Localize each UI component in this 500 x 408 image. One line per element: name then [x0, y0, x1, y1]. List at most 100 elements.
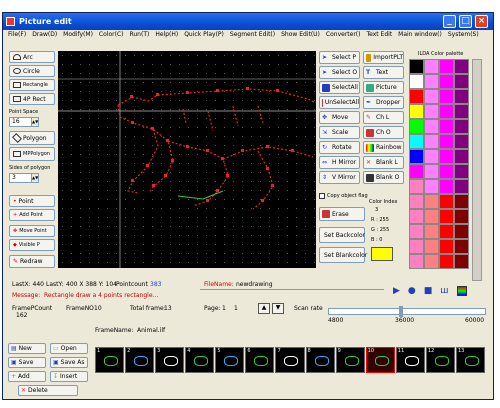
palette-swatch[interactable] — [409, 119, 424, 134]
palette-swatch[interactable] — [409, 134, 424, 149]
menu-draw[interactable]: Draw(D) — [32, 30, 57, 40]
menu-file[interactable]: File(F) — [8, 30, 26, 40]
frame-thumbnail[interactable]: 12 — [425, 347, 455, 373]
palette-swatch[interactable] — [439, 179, 454, 194]
palette-swatch[interactable] — [424, 119, 439, 134]
rotate-button[interactable]: ↻ Rotate — [319, 141, 360, 154]
palette-swatch[interactable] — [439, 59, 454, 74]
drawing-canvas[interactable] — [58, 51, 316, 268]
palette-swatch[interactable] — [439, 224, 454, 239]
palette-swatch[interactable] — [424, 224, 439, 239]
palette-swatch[interactable] — [439, 74, 454, 89]
menu-system[interactable]: System(S) — [448, 30, 479, 40]
palette-swatch[interactable] — [409, 104, 424, 119]
palette-swatch[interactable] — [424, 239, 439, 254]
maximize-button[interactable]: □ — [459, 15, 472, 28]
close-button[interactable]: × — [475, 15, 488, 28]
palette-swatch[interactable] — [439, 89, 454, 104]
palette-swatch[interactable] — [409, 149, 424, 164]
move-point-button[interactable]: ✥ Move Point — [9, 225, 55, 237]
scan-rate-slider[interactable] — [328, 306, 486, 317]
import-plt-button[interactable]: ImportPLT — [363, 51, 404, 64]
palette-swatch[interactable] — [439, 119, 454, 134]
palette-swatch[interactable] — [424, 149, 439, 164]
rectangle-button[interactable]: Rectangle — [9, 79, 55, 91]
palette-swatch[interactable] — [454, 119, 469, 134]
square-icon[interactable]: ■ — [424, 286, 433, 296]
palette-swatch[interactable] — [424, 254, 439, 269]
menu-run[interactable]: Run(T) — [129, 30, 149, 40]
palette-scrollbar[interactable] — [472, 59, 482, 281]
palette-swatch[interactable] — [454, 164, 469, 179]
save-as-button[interactable]: ▣ Save As — [50, 357, 88, 368]
palette-swatch[interactable] — [439, 209, 454, 224]
palette-swatch[interactable] — [439, 239, 454, 254]
palette-swatch[interactable] — [439, 149, 454, 164]
blank-l-button[interactable]: ✕ Blank L — [363, 156, 404, 169]
menu-text-edit[interactable]: Text Edit — [366, 30, 392, 40]
frame-thumbnail[interactable]: 8 — [305, 347, 335, 373]
w-icon[interactable]: ш — [440, 286, 448, 296]
play-icon[interactable]: ▶ — [393, 286, 400, 296]
palette-swatch[interactable] — [424, 194, 439, 209]
copy-object-flag[interactable]: Copy object flag — [319, 193, 368, 199]
menu-help[interactable]: Help(H) — [155, 30, 178, 40]
ch-o-button[interactable]: Ch O — [363, 126, 404, 139]
palette-swatch[interactable] — [409, 209, 424, 224]
text-button[interactable]: T Text — [363, 66, 404, 79]
sides-spinner[interactable]: 3 ▲▼ — [9, 173, 39, 183]
4p-rect-button[interactable]: 4P Rect — [9, 93, 55, 105]
frame-thumbnail[interactable]: 11 — [395, 347, 425, 373]
frame-thumbnail[interactable]: 4 — [185, 347, 215, 373]
open-button[interactable]: ▭ Open — [50, 343, 88, 354]
point-button[interactable]: • Point — [9, 195, 55, 207]
palette-swatch[interactable] — [439, 164, 454, 179]
palette-swatch[interactable] — [439, 104, 454, 119]
palette-swatch[interactable] — [409, 89, 424, 104]
rainbow-button[interactable]: Rainbow — [363, 141, 404, 154]
palette-swatch[interactable] — [454, 104, 469, 119]
picture-button[interactable]: Picture — [363, 81, 404, 94]
frame-thumbnail[interactable]: 1 — [95, 347, 125, 373]
v-mirror-button[interactable]: ⇕ V Mirror — [319, 171, 360, 184]
redraw-button[interactable]: ✎ Redraw — [9, 255, 55, 268]
palette-swatch[interactable] — [424, 134, 439, 149]
menu-show-edit[interactable]: Show Edit(U) — [281, 30, 320, 40]
palette-swatch[interactable] — [439, 134, 454, 149]
palette-swatch[interactable] — [454, 74, 469, 89]
palette-swatch[interactable] — [454, 209, 469, 224]
palette-swatch[interactable] — [409, 239, 424, 254]
spinner-arrows-icon[interactable]: ▲▼ — [31, 174, 38, 182]
point-space-spinner[interactable]: 16 ▲▼ — [9, 117, 39, 127]
menu-quick-play[interactable]: Quick Play(P) — [184, 30, 224, 40]
move-button[interactable]: ✥ Move — [319, 111, 360, 124]
select-o-button[interactable]: ➤ Select O — [319, 66, 360, 79]
color-wheel-icon[interactable] — [456, 286, 467, 296]
dropper-button[interactable]: ✒ Dropper — [363, 96, 404, 109]
palette-swatch[interactable] — [439, 254, 454, 269]
set-blankcolor-button[interactable]: Set Blankcolor — [319, 247, 367, 263]
h-mirror-button[interactable]: ⇔ H Mirror — [319, 156, 360, 169]
palette-swatch[interactable] — [454, 179, 469, 194]
insert-button[interactable]: ↧ Insert — [50, 371, 88, 382]
set-backcolor-button[interactable]: Set Backcolor — [319, 227, 365, 243]
palette-swatch[interactable] — [424, 209, 439, 224]
palette-swatch[interactable] — [454, 239, 469, 254]
minimize-button[interactable]: _ — [443, 15, 456, 28]
palette-swatch[interactable] — [424, 104, 439, 119]
palette-swatch[interactable] — [409, 224, 424, 239]
palette-swatch[interactable] — [424, 59, 439, 74]
scale-button[interactable]: ⇲ Scale — [319, 126, 360, 139]
frame-thumbnail[interactable]: 7 — [275, 347, 305, 373]
palette-swatch[interactable] — [409, 59, 424, 74]
menu-color[interactable]: Color(C) — [99, 30, 124, 40]
palette-swatch[interactable] — [454, 224, 469, 239]
page-up-button[interactable]: ▲ — [258, 303, 270, 314]
frame-thumbnail[interactable]: 6 — [245, 347, 275, 373]
menu-main-window[interactable]: Main window() — [398, 30, 442, 40]
palette-swatch[interactable] — [409, 194, 424, 209]
select-p-button[interactable]: ➤ Select P — [319, 51, 360, 64]
palette-swatch[interactable] — [424, 89, 439, 104]
menu-modify[interactable]: Modify(M) — [63, 30, 93, 40]
frame-thumbnail[interactable]: 2 — [125, 347, 155, 373]
